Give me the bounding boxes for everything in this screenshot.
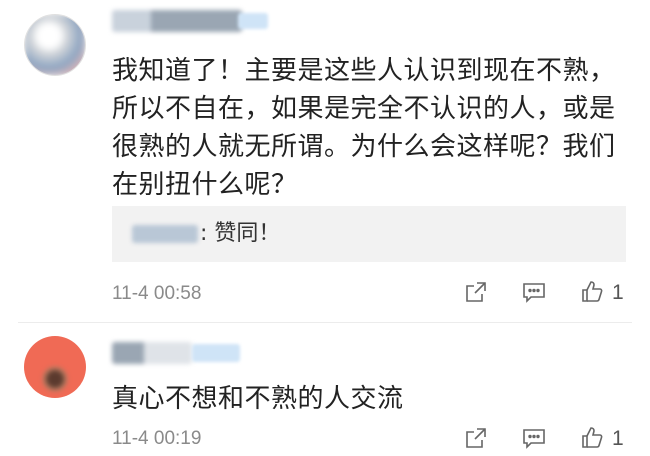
reply-text: : 赞同！ [200, 221, 281, 246]
comment-text: 真心不想和不熟的人交流 [112, 384, 404, 414]
avatar[interactable] [24, 336, 86, 398]
reply-box[interactable]: : 赞同！ [112, 206, 626, 262]
like-count: 1 [612, 281, 624, 304]
thumbs-up-icon[interactable] [580, 280, 604, 304]
username-redacted[interactable] [112, 10, 242, 32]
comment-icon[interactable] [522, 426, 546, 450]
comment-actions: 1 [0, 280, 650, 310]
like-count: 1 [612, 427, 624, 450]
reply-username-redacted[interactable] [132, 225, 198, 243]
comment-actions: 1 [0, 426, 650, 456]
comment-item: 真心不想和不熟的人交流 11-4 00:19 1 [0, 322, 650, 454]
share-icon[interactable] [464, 426, 488, 450]
comment-text: 我知道了！主要是这些人认识到现在不熟，所以不自在，如果是完全不认识的人，或是很熟… [112, 56, 616, 200]
user-badge [192, 344, 240, 362]
avatar[interactable] [24, 14, 86, 76]
share-icon[interactable] [464, 280, 488, 304]
comment-item: 我知道了！主要是这些人认识到现在不熟，所以不自在，如果是完全不认识的人，或是很熟… [0, 0, 650, 322]
user-badge [238, 13, 268, 29]
thumbs-up-icon[interactable] [580, 426, 604, 450]
comment-icon[interactable] [522, 280, 546, 304]
username-redacted[interactable] [112, 342, 192, 364]
